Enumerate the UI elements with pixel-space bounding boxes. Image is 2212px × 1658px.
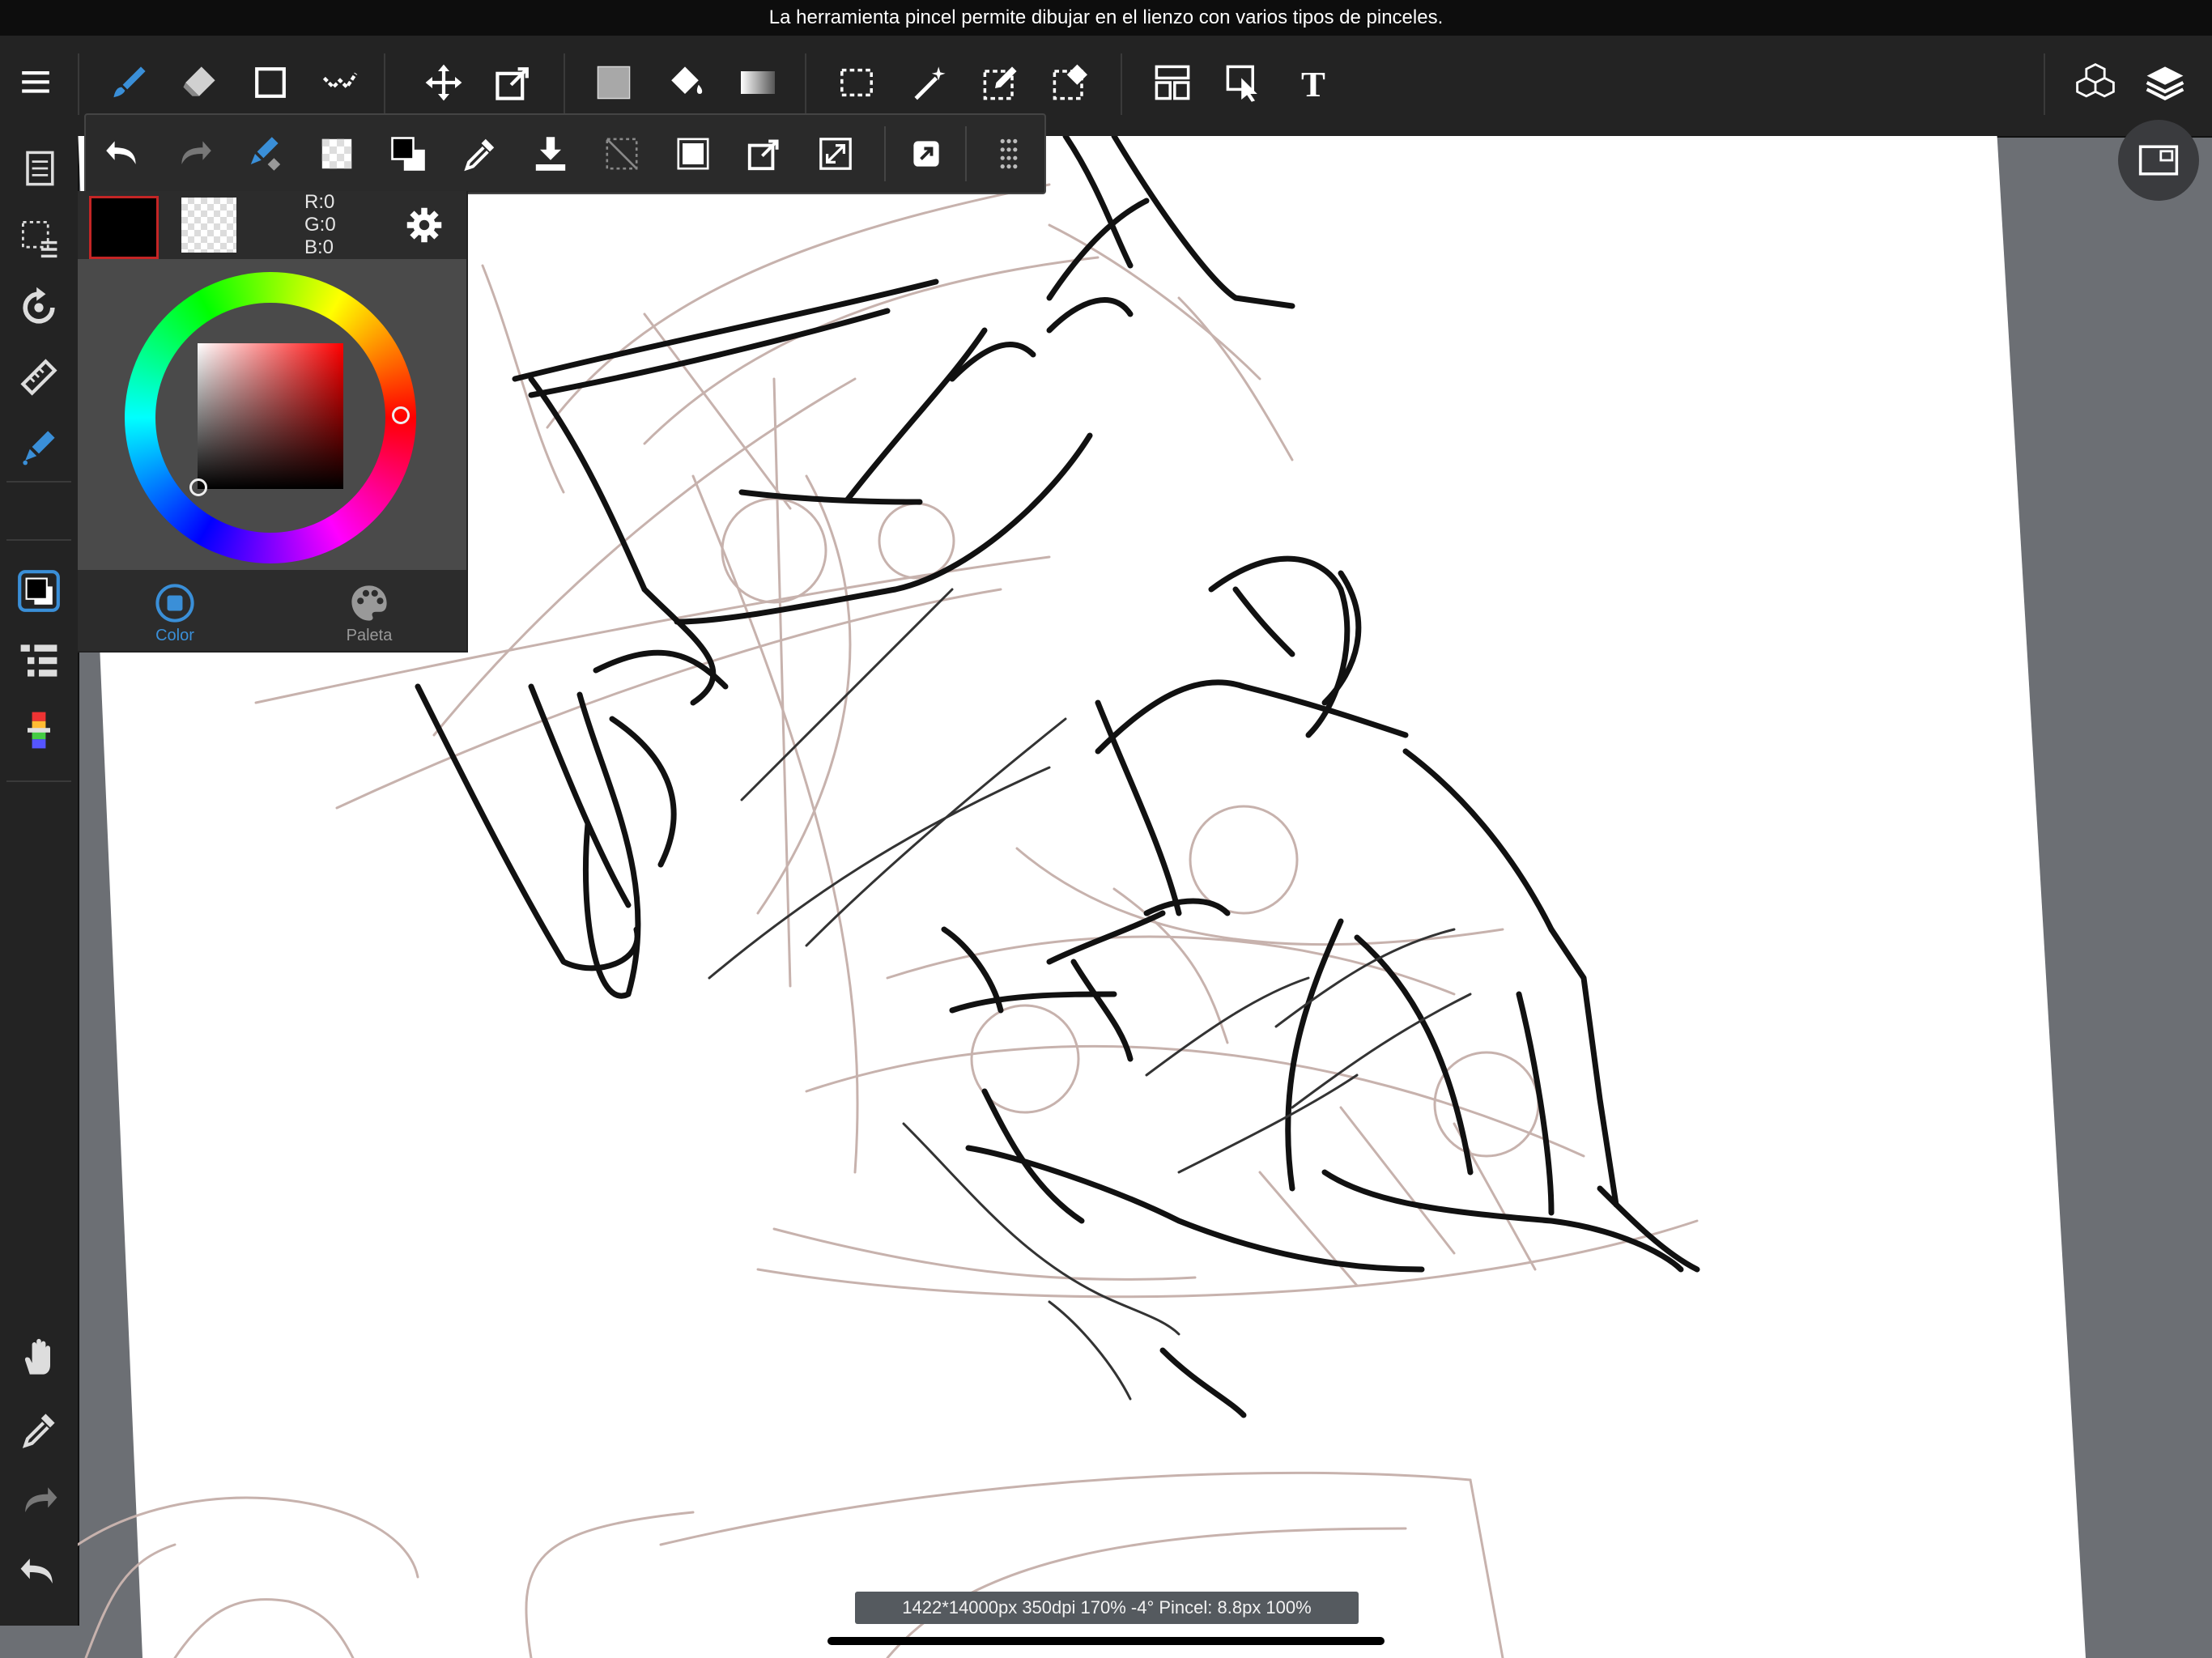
share-icon[interactable]	[895, 123, 957, 185]
move-icon[interactable]	[411, 50, 476, 115]
hint-bar: La herramienta pincel permite dibujar en…	[0, 0, 2212, 36]
palette-list-icon[interactable]	[6, 698, 71, 763]
bucket-icon[interactable]	[653, 50, 717, 115]
eyedropper-icon[interactable]	[449, 123, 510, 185]
dot-tool-icon[interactable]	[308, 50, 372, 115]
brush-list-icon[interactable]	[6, 628, 71, 693]
tab-color[interactable]: Color	[78, 576, 272, 651]
color-panel-header: R:0 G:0 B:0	[78, 191, 466, 259]
view-toggle-button[interactable]	[2118, 120, 2199, 201]
transparent-color-icon[interactable]	[306, 123, 368, 185]
rotate-canvas-icon[interactable]	[6, 275, 71, 340]
text-icon[interactable]: T	[1281, 50, 1346, 115]
select-rect-icon[interactable]	[824, 50, 889, 115]
undo-icon[interactable]	[92, 123, 154, 185]
tab-palette[interactable]: Paleta	[272, 576, 466, 651]
shape-icon[interactable]	[238, 50, 303, 115]
swap-colors-icon[interactable]	[377, 123, 439, 185]
page-manager-icon[interactable]	[6, 136, 71, 201]
foreground-color-swatch[interactable]	[89, 196, 159, 259]
clear-layer-icon[interactable]	[591, 123, 653, 185]
merge-down-icon[interactable]	[520, 123, 581, 185]
menu-icon[interactable]	[3, 50, 68, 115]
color-swatch-icon[interactable]	[6, 559, 71, 623]
select-eraser-icon[interactable]	[1038, 50, 1103, 115]
selection-layer-icon[interactable]	[6, 206, 71, 270]
layers-icon[interactable]	[2133, 50, 2197, 115]
panel-layout-icon[interactable]	[1140, 50, 1205, 115]
hand-icon[interactable]	[6, 1326, 71, 1391]
transform-icon[interactable]	[481, 50, 546, 115]
sub-toolbar	[84, 113, 1046, 194]
brush-eraser-switch-icon[interactable]	[235, 123, 296, 185]
hue-marker[interactable]	[392, 406, 410, 424]
tab-color-label: Color	[155, 627, 194, 644]
undo-icon[interactable]	[6, 1540, 71, 1605]
fill-color-icon[interactable]	[581, 50, 646, 115]
drag-handle-icon[interactable]	[978, 123, 1040, 185]
tab-palette-label: Paleta	[346, 627, 393, 644]
canvas-status-readout: 1422*14000px 350dpi 170% -4° Pincel: 8.8…	[855, 1592, 1359, 1624]
svg-text:T: T	[1301, 64, 1325, 104]
gear-icon[interactable]	[398, 199, 450, 251]
magic-wand-icon[interactable]	[897, 50, 962, 115]
brush-icon[interactable]	[97, 50, 162, 115]
gradient-icon[interactable]	[725, 50, 790, 115]
redo-icon[interactable]	[6, 1469, 71, 1533]
background-color-swatch[interactable]	[181, 198, 236, 253]
fill-selection-icon[interactable]	[662, 123, 724, 185]
rgb-r-value: R:0	[304, 191, 335, 213]
rgb-g-value: G:0	[304, 214, 336, 236]
eyedropper-icon[interactable]	[6, 1397, 71, 1462]
enlarge-icon[interactable]	[805, 123, 866, 185]
saturation-value-square[interactable]	[198, 343, 343, 489]
transform-icon[interactable]	[734, 123, 795, 185]
eraser-icon[interactable]	[167, 50, 232, 115]
color-panel-tabs: Color Paleta	[78, 570, 466, 651]
select-object-icon[interactable]	[1211, 50, 1276, 115]
home-indicator[interactable]	[827, 1637, 1385, 1645]
select-pen-icon[interactable]	[968, 50, 1033, 115]
left-sidebar	[0, 136, 79, 1626]
rgb-b-value: B:0	[304, 236, 334, 258]
redo-icon[interactable]	[164, 123, 225, 185]
snap-brush-icon[interactable]	[6, 414, 71, 479]
color-panel: R:0 G:0 B:0 Color Paleta	[78, 191, 468, 653]
sv-marker[interactable]	[189, 478, 207, 496]
3d-model-icon[interactable]	[2063, 50, 2128, 115]
ruler-icon[interactable]	[6, 345, 71, 410]
